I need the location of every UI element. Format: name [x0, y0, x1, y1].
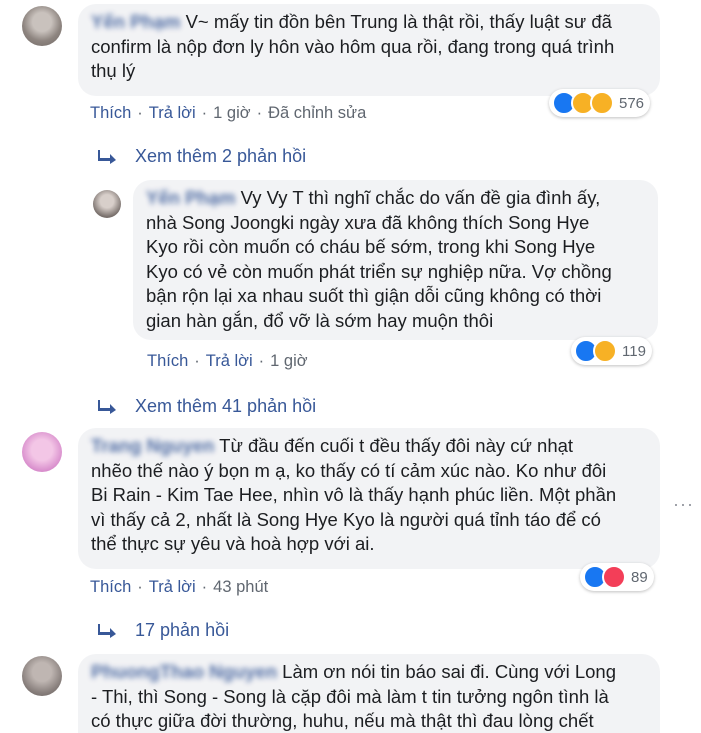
- view-more-replies-label: Xem thêm 2 phản hồi: [135, 146, 307, 166]
- comment-actions: Thích · Trả lời · 43 phút: [90, 578, 269, 596]
- reaction-summary[interactable]: 89: [580, 563, 654, 591]
- like-link[interactable]: Thích: [90, 104, 131, 122]
- reply-link[interactable]: Trả lời: [149, 104, 196, 122]
- comment-text: confirm là nộp đơn ly hôn vào hôm qua rồ…: [91, 35, 615, 57]
- comment-text: Từ đầu đến cuối t đều thấy đôi này cứ nh…: [219, 435, 574, 456]
- reply-arrow-icon: [98, 399, 116, 414]
- avatar[interactable]: [22, 656, 62, 696]
- reaction-summary[interactable]: 119: [571, 337, 652, 365]
- comment-text: vì thấy cả 2, nhất là Song Hye Kyo là ng…: [91, 508, 601, 530]
- comment-time[interactable]: 43 phút: [213, 578, 268, 596]
- reaction-count: 119: [622, 342, 646, 360]
- comment-actions: Thích · Trả lời · 1 giờ · Đã chỉnh sửa: [90, 104, 367, 122]
- comment-text: Vy Vy T thì nghĩ chắc do vấn đề gia đình…: [240, 187, 601, 208]
- reaction-count: 89: [631, 568, 648, 586]
- avatar[interactable]: [93, 190, 121, 218]
- edited-label[interactable]: Đã chỉnh sửa: [268, 104, 366, 122]
- comment-text: bận rộn lại xa nhau suốt thì giận dỗi cũ…: [146, 285, 602, 307]
- view-more-replies-label: Xem thêm 41 phản hồi: [135, 396, 317, 416]
- comment-time[interactable]: 1 giờ: [270, 352, 307, 370]
- comment-author[interactable]: PhuongThao Nguyen: [91, 661, 277, 682]
- avatar[interactable]: [22, 432, 62, 472]
- like-link[interactable]: Thích: [90, 578, 131, 596]
- wow-icon: [590, 91, 614, 115]
- view-more-replies-link[interactable]: 17 phản hồi: [97, 620, 229, 641]
- view-more-replies-link[interactable]: Xem thêm 2 phản hồi: [97, 146, 306, 167]
- comment-text: nhẽo thế nào ý bọn m ạ, ko thấy có tí cả…: [91, 459, 607, 481]
- comment-text: gian hàn gắn, đổ vỡ là sớm hay muộn thôi: [146, 309, 494, 331]
- comment-text: V~ mấy tin đồn bên Trung là thật rồi, th…: [185, 11, 612, 32]
- comment-author[interactable]: Yến Phạm: [146, 187, 235, 208]
- comment-text: Kyo rồi còn muốn có cháu bế sớm, trong k…: [146, 236, 596, 258]
- reply-arrow-icon: [98, 149, 116, 164]
- comment-author[interactable]: Yến Phạm: [91, 11, 180, 32]
- avatar[interactable]: [22, 6, 62, 46]
- love-icon: [602, 565, 626, 589]
- comment-text: thể thực sự yêu và hoà hợp với ai.: [91, 533, 375, 555]
- like-link[interactable]: Thích: [147, 352, 188, 370]
- comment-bubble: Yến Phạm V~ mấy tin đồn bên Trung là thậ…: [78, 4, 660, 96]
- comment-text: - Thi, thì Song - Song là cặp đôi mà làm…: [91, 685, 609, 707]
- comment-text: có thực giữa đời thường, huhu, nếu mà th…: [91, 710, 594, 732]
- view-more-replies-link[interactable]: Xem thêm 41 phản hồi: [97, 396, 316, 417]
- comment-text: Kyo có vẻ còn muốn phát triển sự nghiệp …: [146, 260, 612, 282]
- sad-icon: [593, 339, 617, 363]
- comment-bubble: Trang Nguyen Từ đầu đến cuối t đều thấy …: [78, 428, 660, 569]
- reply-arrow-icon: [98, 623, 116, 638]
- reaction-count: 576: [619, 94, 645, 112]
- reply-link[interactable]: Trả lời: [149, 578, 196, 596]
- comment-bubble: Yến Phạm Vy Vy T thì nghĩ chắc do vấn đề…: [133, 180, 658, 340]
- comment-text: thụ lý: [91, 60, 136, 82]
- comment-time[interactable]: 1 giờ: [213, 104, 250, 122]
- comment-text: Bi Rain - Kim Tae Hee, nhìn vô là thấy h…: [91, 484, 617, 506]
- reply-link[interactable]: Trả lời: [206, 352, 253, 370]
- comment-actions: Thích · Trả lời · 1 giờ: [147, 352, 308, 370]
- comment-author[interactable]: Trang Nguyen: [91, 435, 214, 456]
- comment-bubble: PhuongThao Nguyen Làm ơn nói tin báo sai…: [78, 654, 660, 733]
- comment-text: nhà Song Joongki ngày xưa đã không thích…: [146, 211, 590, 233]
- view-more-replies-label: 17 phản hồi: [135, 620, 230, 640]
- reaction-summary[interactable]: 576: [549, 89, 651, 117]
- comment-text: Làm ơn nói tin báo sai đi. Cùng với Long: [282, 661, 616, 682]
- comment-options-button[interactable]: ···: [673, 494, 694, 515]
